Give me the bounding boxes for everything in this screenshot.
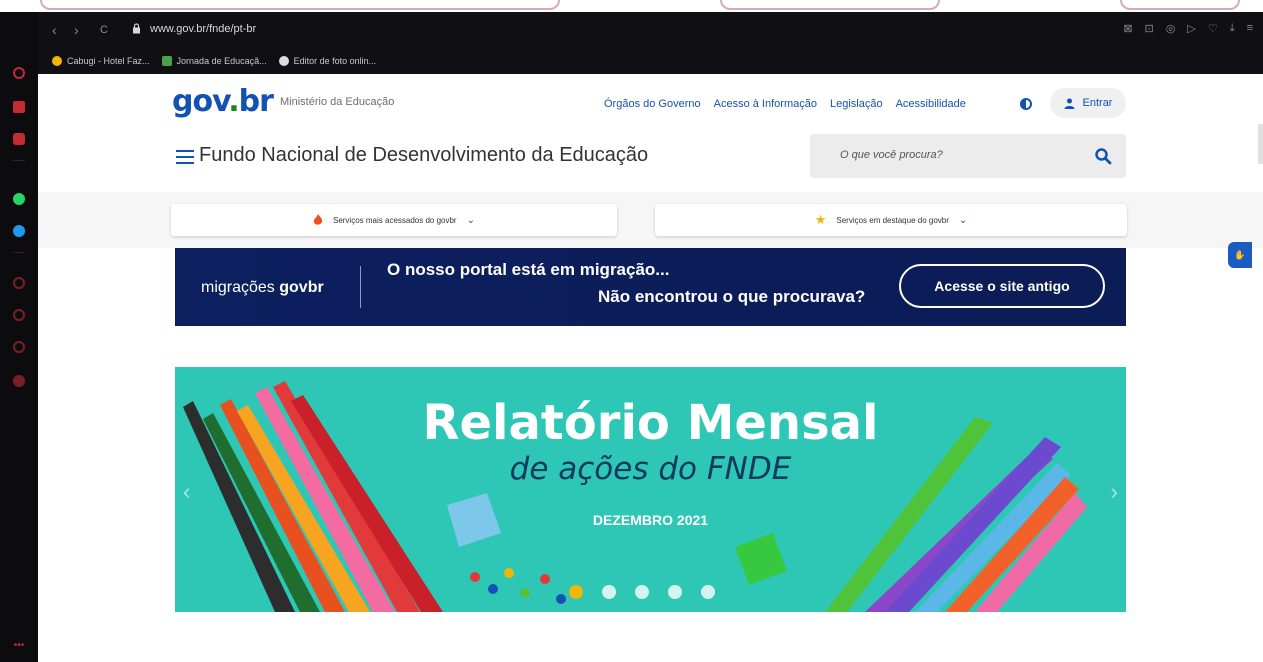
bookmark-favicon-icon: [161, 56, 172, 66]
carousel-dot[interactable]: [602, 585, 616, 599]
site-title[interactable]: Fundo Nacional de Desenvolvimento da Edu…: [199, 144, 648, 167]
search-field[interactable]: O que você procura?: [810, 134, 1126, 178]
bookmark-favicon-icon: [278, 56, 289, 66]
browser-sidebar: •••: [0, 12, 38, 662]
migration-line-2: Não encontrou o que procurava?: [598, 287, 866, 306]
glow-shape: [1120, 0, 1240, 10]
speed-dial-icon[interactable]: [10, 64, 28, 82]
snapshot-icon[interactable]: ⊠: [1123, 22, 1132, 35]
history-icon[interactable]: [10, 306, 28, 324]
whatsapp-icon[interactable]: [10, 190, 28, 208]
search-placeholder: O que você procura?: [840, 149, 943, 161]
bookmark-label: Editor de foto onlin...: [293, 56, 377, 66]
login-button[interactable]: Entrar: [1050, 88, 1126, 118]
bookmark-item[interactable]: Editor de foto onlin...: [278, 56, 377, 66]
fire-icon: [313, 214, 323, 225]
site-header: gov.br Ministério da Educação Órgãos do …: [38, 74, 1263, 192]
extensions-icon[interactable]: [10, 338, 28, 356]
browser-chrome: ‹ › C www.gov.br/fnde/pt-br ⊠ ⊡ ◎ ▷ ♡ ⤓ …: [38, 12, 1263, 74]
heart-icon[interactable]: ♡: [1208, 22, 1218, 35]
glow-shape: [720, 0, 940, 10]
top-decoration: [0, 0, 1263, 12]
bookmarks-bar: Cabugi - Hotel Faz... Jornada de Educaçã…: [38, 48, 1263, 74]
reload-button[interactable]: C: [100, 22, 108, 38]
bookmark-favicon-icon: [52, 56, 62, 66]
migration-banner[interactable]: migrações govbr O nosso portal está em m…: [175, 248, 1126, 326]
toolbar-icons: ⊠ ⊡ ◎ ▷ ♡ ⤓ ≡: [1123, 22, 1253, 35]
link-legislation[interactable]: Legislação: [830, 98, 883, 110]
camera-icon[interactable]: ⊡: [1145, 22, 1154, 35]
download-icon[interactable]: ⤓: [1230, 22, 1235, 35]
govbr-logo[interactable]: gov.br: [172, 84, 274, 120]
bookmark-label: Cabugi - Hotel Faz...: [67, 56, 150, 66]
scrollbar-thumb[interactable]: [1258, 124, 1263, 164]
featured-label: Serviços em destaque do govbr: [836, 215, 949, 225]
vpn-icon[interactable]: ◎: [1166, 22, 1176, 35]
back-button[interactable]: ‹: [52, 22, 57, 38]
contrast-icon[interactable]: [1020, 98, 1032, 110]
banner-divider: [360, 266, 361, 308]
most-accessed-label: Serviços mais acessados do govbr: [332, 215, 457, 225]
settings-icon[interactable]: [10, 372, 28, 390]
bookmark-item[interactable]: Jornada de Educaçã...: [161, 56, 267, 66]
login-label: Entrar: [1082, 97, 1113, 109]
bookmark-label: Jornada de Educaçã...: [176, 56, 267, 66]
link-government-bodies[interactable]: Órgãos do Governo: [604, 98, 701, 110]
cube-shape: [735, 533, 787, 585]
migration-brand: migrações govbr: [201, 279, 324, 296]
link-information-access[interactable]: Acesso à Informação: [714, 98, 817, 110]
pushpins: [470, 568, 566, 604]
glow-shape: [40, 0, 560, 10]
carousel-dot[interactable]: [701, 585, 715, 599]
star-icon: ★: [814, 212, 827, 227]
carousel-prev-icon[interactable]: ‹: [183, 479, 190, 505]
carousel-dot[interactable]: [569, 585, 583, 599]
more-icon[interactable]: •••: [10, 636, 28, 654]
sidebar-divider: [13, 160, 25, 161]
bookmark-item[interactable]: Cabugi - Hotel Faz...: [52, 56, 150, 66]
old-site-button[interactable]: Acesse o site antigo: [899, 264, 1105, 308]
user-icon: [1064, 98, 1075, 109]
hero-title: Relatório Mensal: [422, 395, 879, 451]
carousel-dot[interactable]: [668, 585, 682, 599]
hero-date: DEZEMBRO 2021: [592, 512, 709, 528]
address-bar-row: ‹ › C www.gov.br/fnde/pt-br ⊠ ⊡ ◎ ▷ ♡ ⤓ …: [38, 12, 1263, 48]
lock-icon: [133, 23, 140, 34]
hero-subtitle: de ações do FNDE: [509, 451, 792, 487]
forward-button[interactable]: ›: [74, 22, 79, 38]
chevron-down-icon: ⌄: [466, 214, 475, 226]
most-accessed-services-dropdown[interactable]: Serviços mais acessados do govbr ⌄: [171, 204, 617, 236]
sidebar-divider: [13, 252, 25, 253]
twitch-icon[interactable]: [10, 130, 28, 148]
vlibras-accessibility-button[interactable]: ✋: [1228, 242, 1252, 268]
carousel-next-icon[interactable]: ›: [1111, 479, 1118, 505]
link-accessibility[interactable]: Acessibilidade: [896, 98, 966, 110]
url-field[interactable]: www.gov.br/fnde/pt-br: [150, 23, 256, 35]
carousel-dot[interactable]: [635, 585, 649, 599]
chevron-down-icon: ⌄: [958, 214, 968, 226]
player-icon[interactable]: [10, 274, 28, 292]
header-links: Órgãos do Governo Acesso à Informação Le…: [604, 98, 966, 110]
hamburger-menu-icon[interactable]: [176, 150, 194, 164]
shop-icon[interactable]: [10, 98, 28, 116]
twitter-icon[interactable]: [10, 222, 28, 240]
search-icon[interactable]: [1094, 147, 1112, 165]
featured-services-dropdown[interactable]: ★ Serviços em destaque do govbr ⌄: [655, 204, 1127, 236]
services-bar: Serviços mais acessados do govbr ⌄ ★ Ser…: [38, 192, 1263, 248]
menu-icon[interactable]: ≡: [1247, 22, 1253, 35]
ministry-label: Ministério da Educação: [280, 96, 395, 108]
hero-carousel[interactable]: Relatório Mensal de ações do FNDE DEZEMB…: [175, 367, 1126, 612]
web-page: gov.br Ministério da Educação Órgãos do …: [38, 74, 1263, 662]
migration-line-1: O nosso portal está em migração...: [387, 260, 670, 279]
flow-icon[interactable]: ▷: [1187, 22, 1195, 35]
